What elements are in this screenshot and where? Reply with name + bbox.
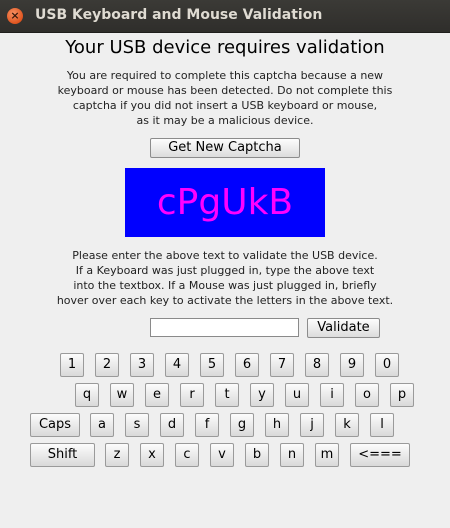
key-l[interactable]: l xyxy=(370,413,394,437)
captcha-input[interactable] xyxy=(150,318,299,337)
instructions-line: If a Keyboard was just plugged in, type … xyxy=(75,264,375,277)
key-q[interactable]: q xyxy=(75,383,99,407)
key-p[interactable]: p xyxy=(390,383,414,407)
key-i[interactable]: i xyxy=(320,383,344,407)
key-0[interactable]: 0 xyxy=(375,353,399,377)
validate-button[interactable]: Validate xyxy=(307,318,380,338)
close-icon[interactable]: × xyxy=(7,8,23,24)
key-caps[interactable]: Caps xyxy=(30,413,80,437)
intro-line: keyboard or mouse has been detected. Do … xyxy=(57,84,393,97)
key-x[interactable]: x xyxy=(140,443,164,467)
key-t[interactable]: t xyxy=(215,383,239,407)
key-m[interactable]: m xyxy=(315,443,339,467)
intro-line: captcha if you did not insert a USB keyb… xyxy=(72,99,378,112)
window-title: USB Keyboard and Mouse Validation xyxy=(35,7,323,23)
key-7[interactable]: 7 xyxy=(270,353,294,377)
get-new-captcha-button[interactable]: Get New Captcha xyxy=(150,138,300,158)
intro-line: as it may be a malicious device. xyxy=(136,114,314,127)
key-shift[interactable]: Shift xyxy=(30,443,95,467)
key-y[interactable]: y xyxy=(250,383,274,407)
key-n[interactable]: n xyxy=(280,443,304,467)
captcha-image: cPgUkB xyxy=(125,168,325,237)
key-4[interactable]: 4 xyxy=(165,353,189,377)
key-h[interactable]: h xyxy=(265,413,289,437)
key-9[interactable]: 9 xyxy=(340,353,364,377)
key-5[interactable]: 5 xyxy=(200,353,224,377)
key-a[interactable]: a xyxy=(90,413,114,437)
key-d[interactable]: d xyxy=(160,413,184,437)
key-e[interactable]: e xyxy=(145,383,169,407)
key-backspace[interactable]: <=== xyxy=(350,443,410,467)
key-w[interactable]: w xyxy=(110,383,134,407)
instructions-line: into the textbox. If a Mouse was just pl… xyxy=(73,279,377,292)
key-3[interactable]: 3 xyxy=(130,353,154,377)
key-g[interactable]: g xyxy=(230,413,254,437)
instructions-text: Please enter the above text to validate … xyxy=(0,248,450,308)
key-u[interactable]: u xyxy=(285,383,309,407)
key-b[interactable]: b xyxy=(245,443,269,467)
instructions-line: hover over each key to activate the lett… xyxy=(56,294,394,307)
key-c[interactable]: c xyxy=(175,443,199,467)
page-heading: Your USB device requires validation xyxy=(65,37,385,58)
instructions-line: Please enter the above text to validate … xyxy=(72,249,378,262)
intro-text: You are required to complete this captch… xyxy=(0,68,450,128)
key-v[interactable]: v xyxy=(210,443,234,467)
key-k[interactable]: k xyxy=(335,413,359,437)
key-8[interactable]: 8 xyxy=(305,353,329,377)
title-bar: × USB Keyboard and Mouse Validation xyxy=(0,0,450,33)
key-j[interactable]: j xyxy=(300,413,324,437)
key-o[interactable]: o xyxy=(355,383,379,407)
intro-line: You are required to complete this captch… xyxy=(66,69,384,82)
key-2[interactable]: 2 xyxy=(95,353,119,377)
key-s[interactable]: s xyxy=(125,413,149,437)
key-r[interactable]: r xyxy=(180,383,204,407)
key-1[interactable]: 1 xyxy=(60,353,84,377)
key-f[interactable]: f xyxy=(195,413,219,437)
key-z[interactable]: z xyxy=(105,443,129,467)
key-6[interactable]: 6 xyxy=(235,353,259,377)
